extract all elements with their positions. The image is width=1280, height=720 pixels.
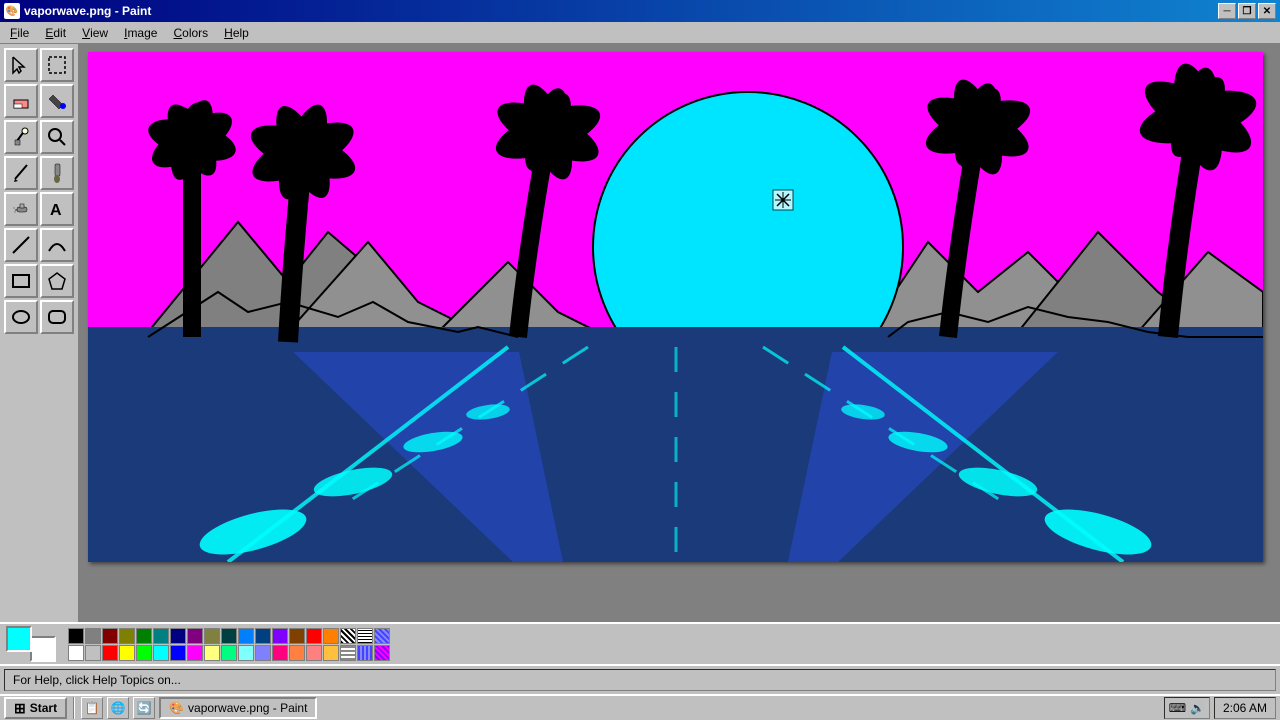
swatch-black[interactable] <box>68 628 84 644</box>
swatch-peach[interactable] <box>289 645 305 661</box>
swatch-hatch6[interactable] <box>374 645 390 661</box>
tool-ellipse[interactable] <box>4 300 38 334</box>
swatch-brown[interactable] <box>289 628 305 644</box>
system-tray: ⌨ 🔊 <box>1164 697 1210 719</box>
toolbar: A <box>0 44 80 622</box>
tool-eyedropper[interactable] <box>4 120 38 154</box>
menu-image[interactable]: Image <box>116 22 165 43</box>
swatch-teal[interactable] <box>153 628 169 644</box>
tool-polygon[interactable] <box>40 264 74 298</box>
tool-airbrush[interactable] <box>4 192 38 226</box>
palette-row-2 <box>68 645 390 661</box>
tool-fill[interactable] <box>40 84 74 118</box>
swatch-red[interactable] <box>306 628 322 644</box>
taskbar-right: ⌨ 🔊 2:06 AM <box>1164 697 1276 719</box>
color-palette <box>68 628 390 661</box>
status-text: For Help, click Help Topics on... <box>4 669 1276 691</box>
swatch-light-green[interactable] <box>221 645 237 661</box>
menu-view[interactable]: View <box>74 22 116 43</box>
swatch-hatch4[interactable] <box>340 645 356 661</box>
main-area: A <box>0 44 1280 622</box>
start-label: Start <box>30 701 57 715</box>
clock[interactable]: 2:06 AM <box>1214 697 1276 719</box>
quick-launch-1[interactable]: 📋 <box>81 697 103 719</box>
svg-text:A: A <box>50 202 62 219</box>
tool-line[interactable] <box>4 228 38 262</box>
windows-logo: ⊞ <box>14 700 26 717</box>
swatch-hatch1[interactable] <box>340 628 356 644</box>
swatch-olive[interactable] <box>119 628 135 644</box>
swatch-olive-yellow[interactable] <box>204 628 220 644</box>
color-bar <box>0 622 1280 664</box>
swatch-dark-green[interactable] <box>136 628 152 644</box>
tray-icon-2[interactable]: 🔊 <box>1190 701 1205 715</box>
swatch-navy[interactable] <box>170 628 186 644</box>
status-bar: For Help, click Help Topics on... <box>0 664 1280 694</box>
tool-rounded-rect[interactable] <box>40 300 74 334</box>
swatch-magenta[interactable] <box>187 645 203 661</box>
title-bar-left: 🎨 vaporwave.png - Paint <box>4 3 151 19</box>
swatch-light-cyan[interactable] <box>238 645 254 661</box>
tray-icon-1[interactable]: ⌨ <box>1169 701 1186 715</box>
swatch-pink[interactable] <box>272 645 288 661</box>
swatch-light-pink[interactable] <box>306 645 322 661</box>
palette-row-1 <box>68 628 390 644</box>
quick-launch-2[interactable]: 🌐 <box>107 697 129 719</box>
swatch-bright-red[interactable] <box>102 645 118 661</box>
tool-rect-select[interactable] <box>40 48 74 82</box>
menu-colors[interactable]: Colors <box>165 22 216 43</box>
menu-file[interactable]: File <box>2 22 37 43</box>
swatch-dark-blue[interactable] <box>255 628 271 644</box>
swatch-gold[interactable] <box>323 645 339 661</box>
tool-text[interactable]: A <box>40 192 74 226</box>
active-colors <box>6 626 56 662</box>
app-icon: 🎨 <box>4 3 20 19</box>
swatch-yellow[interactable] <box>119 645 135 661</box>
tool-curve[interactable] <box>40 228 74 262</box>
close-button[interactable]: ✕ <box>1258 3 1276 19</box>
swatch-dark-teal[interactable] <box>221 628 237 644</box>
swatch-white[interactable] <box>68 645 84 661</box>
swatch-light-blue[interactable] <box>255 645 271 661</box>
paint-canvas[interactable] <box>88 52 1263 562</box>
tool-rectangle[interactable] <box>4 264 38 298</box>
foreground-color[interactable] <box>6 626 32 652</box>
swatch-sky-blue[interactable] <box>238 628 254 644</box>
swatch-gray[interactable] <box>85 628 101 644</box>
taskbar: ⊞ Start 📋 🌐 🔄 🎨 vaporwave.png - Paint ⌨ … <box>0 694 1280 720</box>
title-bar-buttons: ─ ❐ ✕ <box>1218 3 1276 19</box>
menu-help[interactable]: Help <box>216 22 257 43</box>
swatch-orange[interactable] <box>323 628 339 644</box>
taskbar-app-icon: 🎨 <box>169 701 184 715</box>
swatch-hatch2[interactable] <box>357 628 373 644</box>
window-title: vaporwave.png - Paint <box>24 4 151 18</box>
tool-free-select[interactable] <box>4 48 38 82</box>
canvas-area[interactable] <box>80 44 1280 622</box>
swatch-hatch5[interactable] <box>357 645 373 661</box>
quick-launch-3[interactable]: 🔄 <box>133 697 155 719</box>
swatch-silver[interactable] <box>85 645 101 661</box>
tool-brush[interactable] <box>40 156 74 190</box>
swatch-blue[interactable] <box>170 645 186 661</box>
swatch-light-yellow[interactable] <box>204 645 220 661</box>
taskbar-app-label: vaporwave.png - Paint <box>188 701 307 715</box>
tool-magnifier[interactable] <box>40 120 74 154</box>
start-button[interactable]: ⊞ Start <box>4 697 67 719</box>
restore-button[interactable]: ❐ <box>1238 3 1256 19</box>
menu-bar: File Edit View Image Colors Help <box>0 22 1280 44</box>
background-color[interactable] <box>30 636 56 662</box>
title-bar: 🎨 vaporwave.png - Paint ─ ❐ ✕ <box>0 0 1280 22</box>
tool-eraser[interactable] <box>4 84 38 118</box>
swatch-violet[interactable] <box>272 628 288 644</box>
swatch-purple[interactable] <box>187 628 203 644</box>
menu-edit[interactable]: Edit <box>37 22 74 43</box>
tool-pencil[interactable] <box>4 156 38 190</box>
swatch-lime[interactable] <box>136 645 152 661</box>
taskbar-separator <box>73 697 75 719</box>
swatch-hatch3[interactable] <box>374 628 390 644</box>
swatch-dark-red[interactable] <box>102 628 118 644</box>
swatch-cyan[interactable] <box>153 645 169 661</box>
taskbar-app-button[interactable]: 🎨 vaporwave.png - Paint <box>159 697 317 719</box>
minimize-button[interactable]: ─ <box>1218 3 1236 19</box>
